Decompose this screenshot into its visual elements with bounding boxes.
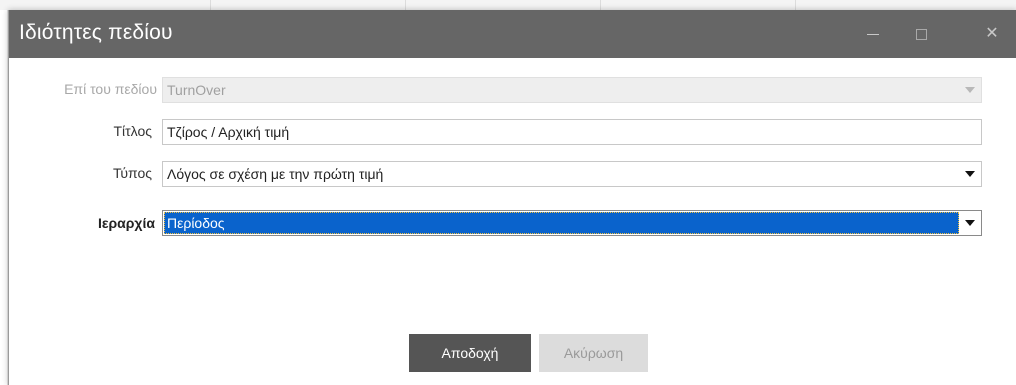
- hierarchy-label: Ιεραρχία: [97, 215, 155, 231]
- type-select[interactable]: Λόγος σε σχέση με την πρώτη τιμή: [162, 161, 982, 187]
- background-divider: [795, 0, 796, 10]
- hierarchy-select-value: Περίοδος: [167, 215, 225, 231]
- close-icon: ✕: [985, 25, 999, 42]
- background-divider: [405, 0, 406, 10]
- background-window-strip: [0, 0, 1016, 10]
- title-label: Τίτλος: [113, 123, 152, 139]
- maximize-icon: [915, 28, 927, 40]
- type-label: Τύπος: [113, 165, 152, 181]
- background-divider: [600, 0, 601, 10]
- minimize-button[interactable]: [850, 10, 896, 58]
- chevron-down-icon[interactable]: [959, 162, 981, 186]
- maximize-button[interactable]: [898, 10, 944, 58]
- type-select-value: Λόγος σε σχέση με την πρώτη τιμή: [167, 166, 384, 182]
- source-field-value: TurnOver: [167, 82, 226, 98]
- minimize-icon: [867, 33, 879, 35]
- background-divider: [210, 0, 211, 10]
- title-input-value: Τζίρος / Αρχική τιμή: [167, 124, 290, 140]
- close-button[interactable]: ✕: [969, 10, 1015, 58]
- dialog-titlebar[interactable]: Ιδιότητες πεδίου ✕: [9, 10, 1016, 58]
- hierarchy-select[interactable]: Περίοδος: [162, 210, 982, 236]
- source-field-label: Επί του πεδίου: [64, 81, 157, 97]
- accept-button[interactable]: Αποδοχή: [409, 334, 531, 372]
- cancel-button[interactable]: Ακύρωση: [539, 334, 648, 372]
- dialog-title: Ιδιότητες πεδίου: [19, 21, 173, 44]
- source-field-select: TurnOver: [162, 77, 982, 103]
- field-properties-dialog: Ιδιότητες πεδίου ✕ Επί του πεδίου TurnOv…: [8, 10, 1016, 385]
- chevron-down-icon[interactable]: [959, 211, 981, 235]
- chevron-down-icon: [959, 78, 981, 102]
- title-input[interactable]: Τζίρος / Αρχική τιμή: [162, 119, 982, 145]
- selection-highlight: [164, 212, 959, 234]
